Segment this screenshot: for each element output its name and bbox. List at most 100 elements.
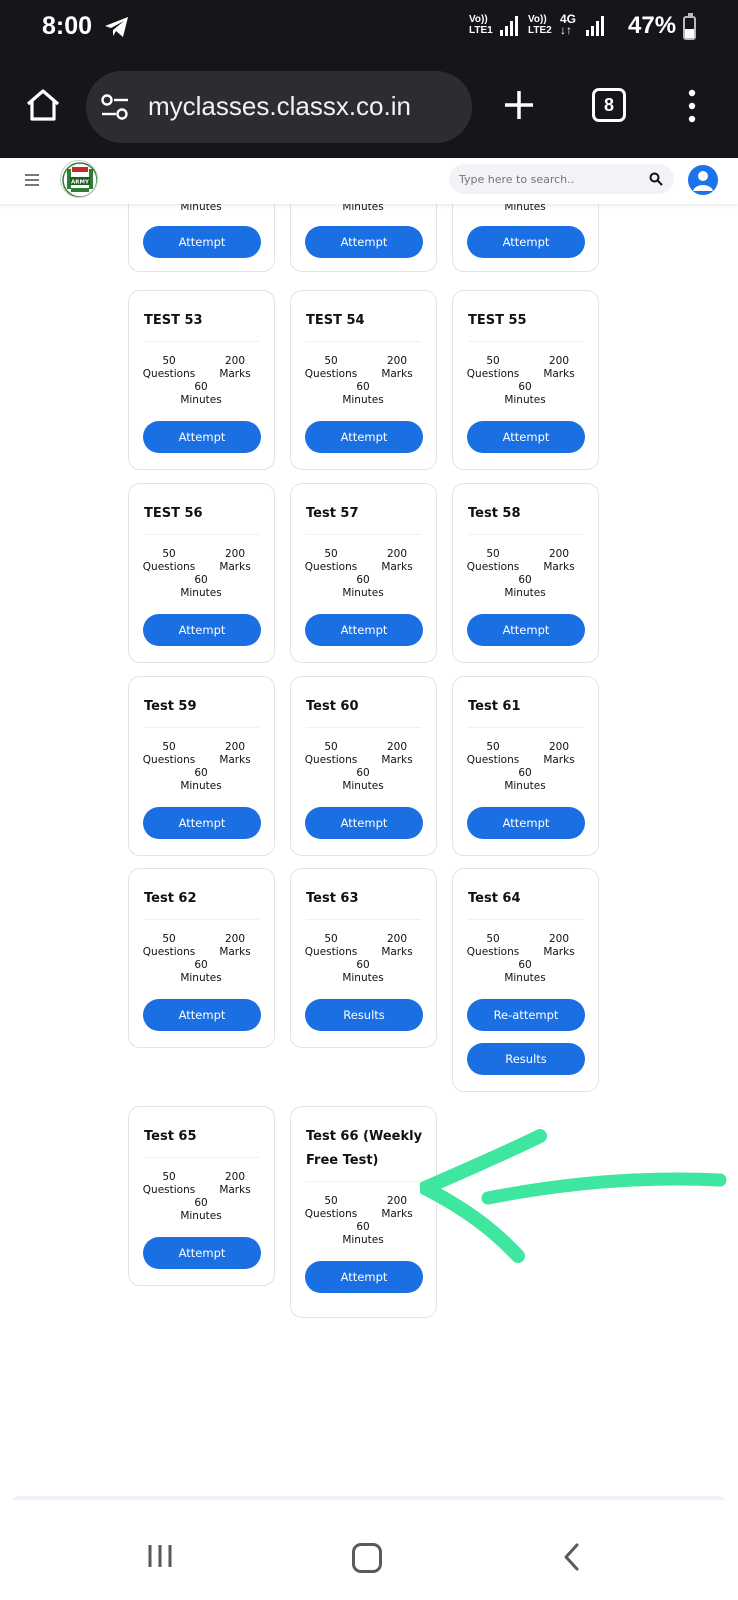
test-title: Test 65 xyxy=(144,1129,197,1144)
attempt-button[interactable]: Attempt xyxy=(305,1261,423,1293)
test-title: Test 63 xyxy=(306,891,359,906)
test-card: Test 58 50 Questions 200 Marks 60 Minutes Attem… xyxy=(452,483,599,663)
card-divider xyxy=(144,341,259,342)
test-title: TEST 55 xyxy=(468,313,527,328)
site-settings-icon[interactable] xyxy=(100,93,130,121)
results-button[interactable]: Results xyxy=(305,999,423,1031)
questions-stat: 50 Questions xyxy=(304,741,358,766)
minutes-stat: 60 Minutes xyxy=(504,574,546,599)
test-title: Test 64 xyxy=(468,891,521,906)
minutes-stat: 60 Minutes xyxy=(180,381,222,406)
questions-stat: 50 Questions xyxy=(142,355,196,380)
questions-stat: 50 Questions xyxy=(466,548,520,573)
card-divider xyxy=(306,534,421,535)
attempt-button[interactable]: Attempt xyxy=(143,807,261,839)
telegram-icon xyxy=(105,17,128,37)
questions-stat: 50 Questions xyxy=(466,741,520,766)
home-nav-button[interactable] xyxy=(352,1543,382,1573)
marks-stat: 200 Marks xyxy=(381,1195,413,1220)
card-divider xyxy=(468,534,583,535)
minutes-stat: 60 Minutes xyxy=(504,767,546,792)
test-title: TEST 56 xyxy=(144,506,203,521)
minutes-stat: 60 Minutes xyxy=(342,767,384,792)
marks-stat: 200 Marks xyxy=(219,355,251,380)
status-time: 8:00 xyxy=(42,12,93,40)
network-type: 4G ↓↑ xyxy=(560,12,577,37)
marks-stat: 200 Marks xyxy=(381,355,413,380)
attempt-button[interactable]: Attempt xyxy=(143,999,261,1031)
browser-toolbar: myclasses.classx.co.in 8 xyxy=(0,58,738,158)
questions-stat: 50 Questions xyxy=(304,1195,358,1220)
minutes-stat: Minutes xyxy=(342,204,384,213)
more-options-icon[interactable] xyxy=(686,88,698,124)
card-divider xyxy=(468,919,583,920)
attempt-button[interactable]: Attempt xyxy=(305,226,423,258)
test-title: TEST 54 xyxy=(306,313,365,328)
questions-stat: 50 Questions xyxy=(466,933,520,958)
card-divider xyxy=(468,727,583,728)
sim1-indicator: Vo)) LTE1 xyxy=(469,14,493,36)
user-avatar[interactable] xyxy=(688,165,718,195)
url-text[interactable]: myclasses.classx.co.in xyxy=(148,91,411,122)
test-list: Minutes Attempt Minutes Attempt Minutes Attem… xyxy=(0,204,738,1500)
questions-stat: 50 Questions xyxy=(142,1171,196,1196)
attempt-button[interactable]: Attempt xyxy=(467,807,585,839)
marks-stat: 200 Marks xyxy=(219,741,251,766)
results-button[interactable]: Results xyxy=(467,1043,585,1075)
minutes-stat: 60 Minutes xyxy=(342,1221,384,1246)
marks-stat: 200 Marks xyxy=(543,933,575,958)
home-icon[interactable] xyxy=(24,86,62,124)
card-divider xyxy=(144,727,259,728)
hamburger-menu-icon[interactable] xyxy=(24,173,40,187)
user-icon xyxy=(693,171,713,191)
attempt-button[interactable]: Attempt xyxy=(305,421,423,453)
minutes-stat: 60 Minutes xyxy=(342,574,384,599)
test-card: Test 59 50 Questions 200 Marks 60 Minutes Attem… xyxy=(128,676,275,856)
marks-stat: 200 Marks xyxy=(381,548,413,573)
new-tab-icon[interactable] xyxy=(502,88,536,122)
questions-stat: 50 Questions xyxy=(142,933,196,958)
card-divider xyxy=(144,1157,259,1158)
test-card: Test 62 50 Questions 200 Marks 60 Minutes Attem… xyxy=(128,868,275,1048)
search-icon[interactable] xyxy=(649,172,663,186)
sim2-indicator: Vo)) LTE2 xyxy=(528,14,552,36)
site-logo[interactable]: ARMY xyxy=(60,160,98,198)
back-icon[interactable] xyxy=(562,1542,580,1572)
attempt-button[interactable]: Attempt xyxy=(467,421,585,453)
questions-stat: 50 Questions xyxy=(466,355,520,380)
card-divider xyxy=(306,727,421,728)
test-title: TEST 53 xyxy=(144,313,203,328)
card-divider xyxy=(306,341,421,342)
minutes-stat: 60 Minutes xyxy=(342,381,384,406)
logo-emblem-icon: ARMY xyxy=(62,162,97,197)
attempt-button[interactable]: Attempt xyxy=(143,1237,261,1269)
recent-apps-icon[interactable] xyxy=(146,1543,174,1569)
attempt-button[interactable]: Attempt xyxy=(467,226,585,258)
attempt-button[interactable]: Attempt xyxy=(143,226,261,258)
tab-switcher-button[interactable]: 8 xyxy=(592,88,626,122)
search-input[interactable] xyxy=(459,168,639,190)
attempt-button[interactable]: Attempt xyxy=(143,614,261,646)
minutes-stat: 60 Minutes xyxy=(180,1197,222,1222)
test-card-partial: Minutes Attempt xyxy=(290,204,437,272)
test-card: TEST 56 50 Questions 200 Marks 60 Minutes Attem… xyxy=(128,483,275,663)
questions-stat: 50 Questions xyxy=(304,933,358,958)
test-title: Test 61 xyxy=(468,699,521,714)
test-title: Test 66 (Weekly Free Test) xyxy=(306,1129,423,1168)
marks-stat: 200 Marks xyxy=(381,933,413,958)
test-card: TEST 55 50 Questions 200 Marks 60 Minutes Attem… xyxy=(452,290,599,470)
test-card: Test 66 (Weekly Free Test) 50 Questions 200… xyxy=(290,1106,437,1318)
questions-stat: 50 Questions xyxy=(304,548,358,573)
card-divider xyxy=(468,341,583,342)
battery-icon xyxy=(683,13,696,40)
attempt-button[interactable]: Attempt xyxy=(305,614,423,646)
test-card: Test 57 50 Questions 200 Marks 60 Minutes Attem… xyxy=(290,483,437,663)
attempt-button[interactable]: Attempt xyxy=(305,807,423,839)
marks-stat: 200 Marks xyxy=(381,741,413,766)
re-attempt-button[interactable]: Re-attempt xyxy=(467,999,585,1031)
attempt-button[interactable]: Attempt xyxy=(143,421,261,453)
address-bar[interactable]: myclasses.classx.co.in xyxy=(86,71,472,143)
questions-stat: 50 Questions xyxy=(142,548,196,573)
minutes-stat: 60 Minutes xyxy=(180,767,222,792)
attempt-button[interactable]: Attempt xyxy=(467,614,585,646)
